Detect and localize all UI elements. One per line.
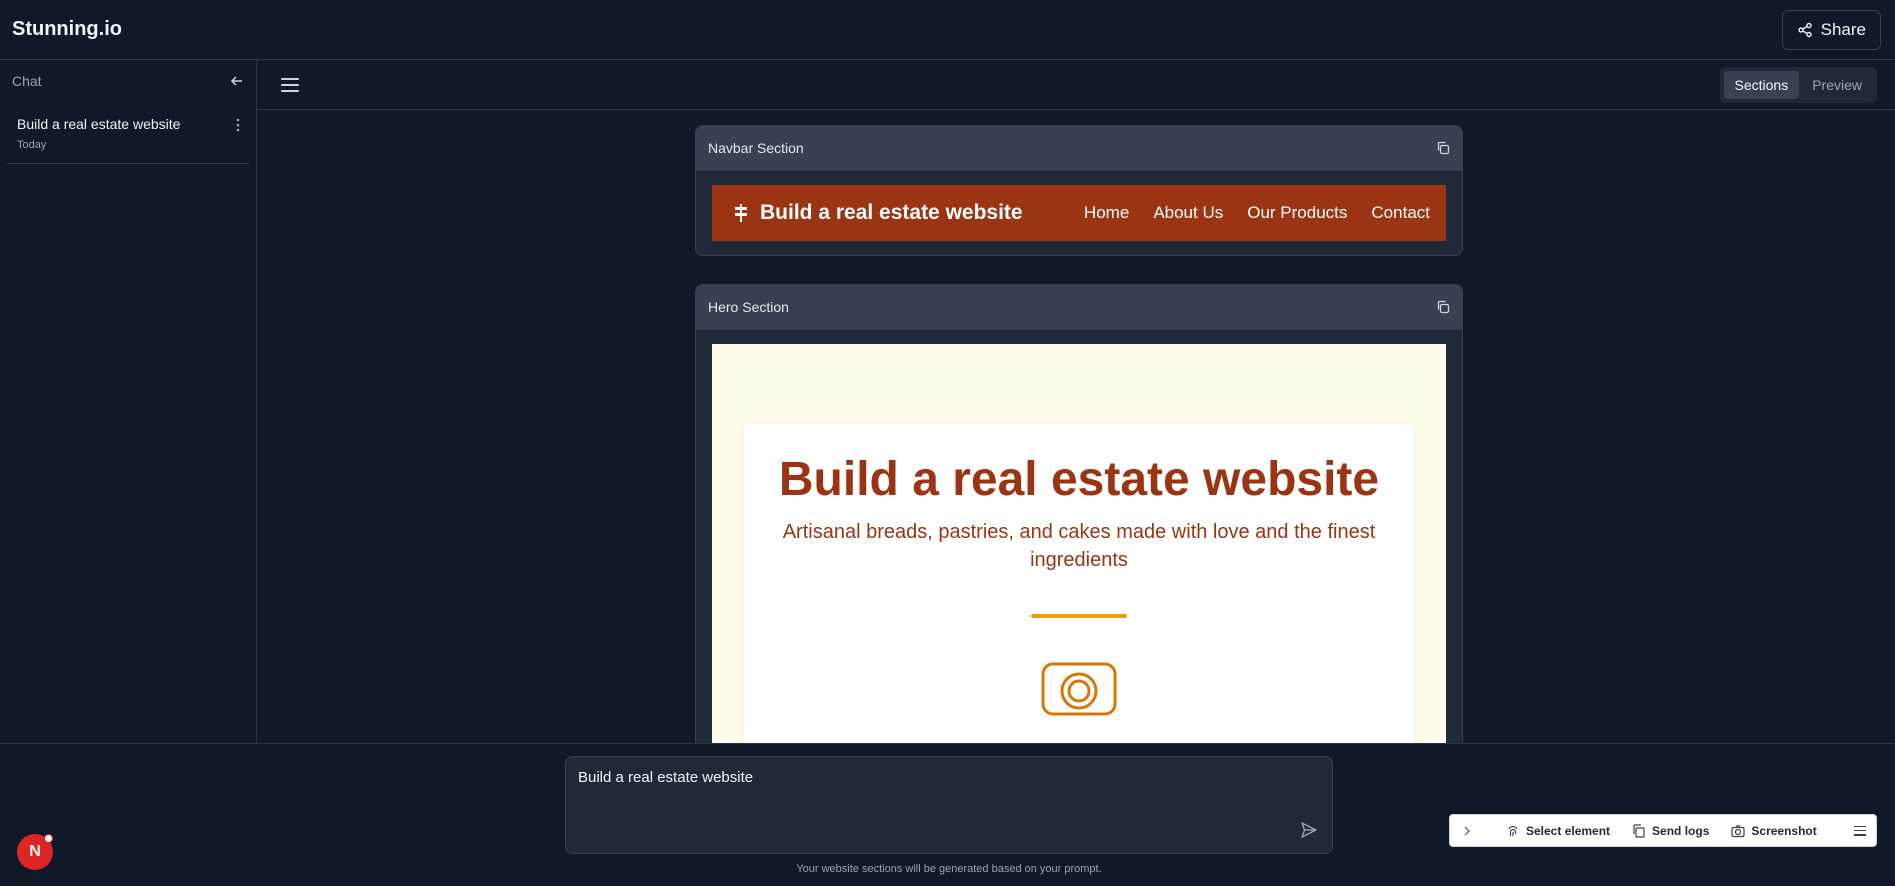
chat-sidebar: Chat Build a real estate website Today — [0, 60, 257, 743]
prompt-area: Build a real estate website Your website… — [0, 743, 1895, 886]
copy-logs-icon — [1633, 823, 1645, 838]
select-element-button[interactable]: Select element — [1506, 824, 1610, 838]
devtools-bar: Select element Send logs Screenshot — [1449, 814, 1877, 847]
chat-list-item[interactable]: Build a real estate website Today — [6, 108, 250, 164]
nav-link-about[interactable]: About Us — [1153, 203, 1223, 223]
main-toolbar: Sections Preview — [257, 60, 1895, 110]
site-hero: Build a real estate website Artisanal br… — [712, 344, 1446, 743]
sidebar-header: Chat — [0, 60, 256, 102]
share-button[interactable]: Share — [1781, 9, 1881, 50]
nav-link-home[interactable]: Home — [1084, 203, 1129, 223]
section-body: Build a real estate website Artisanal br… — [696, 330, 1462, 743]
user-avatar[interactable]: N — [17, 834, 53, 870]
site-brand[interactable]: Build a real estate website — [734, 201, 1023, 225]
more-options-icon[interactable] — [236, 116, 240, 151]
view-toggle: Sections Preview — [1719, 66, 1877, 103]
site-nav-links: Home About Us Our Products Contact — [1084, 203, 1430, 223]
main-panel: Sections Preview Navbar Section Build a … — [257, 60, 1895, 743]
sidebar-title: Chat — [12, 73, 42, 89]
send-icon[interactable] — [1300, 821, 1318, 839]
section-header: Hero Section — [696, 285, 1462, 330]
chevron-right-icon[interactable] — [1460, 824, 1474, 838]
signpost-icon — [735, 204, 747, 222]
menu-icon[interactable] — [281, 77, 299, 92]
avatar-initial: N — [29, 843, 41, 860]
prompt-input[interactable]: Build a real estate website — [565, 756, 1333, 854]
select-element-label: Select element — [1526, 823, 1611, 838]
hero-card: Build a real estate website Artisanal br… — [744, 424, 1414, 743]
navbar-section-card: Navbar Section Build a real estate websi… — [695, 125, 1463, 256]
share-icon — [1797, 22, 1812, 37]
send-logs-button[interactable]: Send logs — [1632, 824, 1709, 838]
camera-icon — [1041, 662, 1117, 716]
devtools-menu-icon[interactable] — [1854, 825, 1866, 836]
nav-link-contact[interactable]: Contact — [1371, 203, 1430, 223]
sections-canvas[interactable]: Navbar Section Build a real estate websi… — [257, 111, 1895, 743]
fingerprint-icon — [1508, 825, 1518, 836]
site-navbar: Build a real estate website Home About U… — [712, 185, 1446, 241]
send-logs-label: Send logs — [1652, 823, 1710, 838]
hero-section-card: Hero Section Build a real estate website… — [695, 284, 1463, 743]
status-dot — [44, 834, 53, 843]
copy-icon[interactable] — [1436, 300, 1450, 314]
app-logo[interactable]: Stunning.io — [12, 18, 122, 41]
prompt-value: Build a real estate website — [578, 769, 754, 786]
prompt-hint: Your website sections will be generated … — [796, 863, 1102, 875]
hero-subheading: Artisanal breads, pastries, and cakes ma… — [782, 521, 1376, 571]
screenshot-label: Screenshot — [1751, 823, 1817, 838]
hero-heading: Build a real estate website — [778, 453, 1380, 506]
camera-icon — [1731, 824, 1745, 837]
chat-item-date: Today — [17, 139, 47, 151]
top-bar: Stunning.io Share — [0, 0, 1895, 60]
site-brand-label: Build a real estate website — [760, 201, 1023, 224]
tab-sections[interactable]: Sections — [1723, 70, 1800, 99]
section-header: Navbar Section — [696, 126, 1462, 171]
tab-preview[interactable]: Preview — [1801, 71, 1873, 99]
screenshot-button[interactable]: Screenshot — [1731, 823, 1817, 838]
collapse-sidebar-icon[interactable] — [230, 74, 244, 88]
section-title: Navbar Section — [708, 140, 804, 156]
section-body: Build a real estate website Home About U… — [696, 171, 1462, 255]
copy-icon[interactable] — [1436, 141, 1450, 155]
share-label: Share — [1820, 19, 1866, 39]
section-title: Hero Section — [708, 299, 789, 315]
nav-link-products[interactable]: Our Products — [1247, 203, 1347, 223]
hero-divider — [1031, 614, 1127, 618]
chat-item-title: Build a real estate website — [17, 116, 181, 132]
